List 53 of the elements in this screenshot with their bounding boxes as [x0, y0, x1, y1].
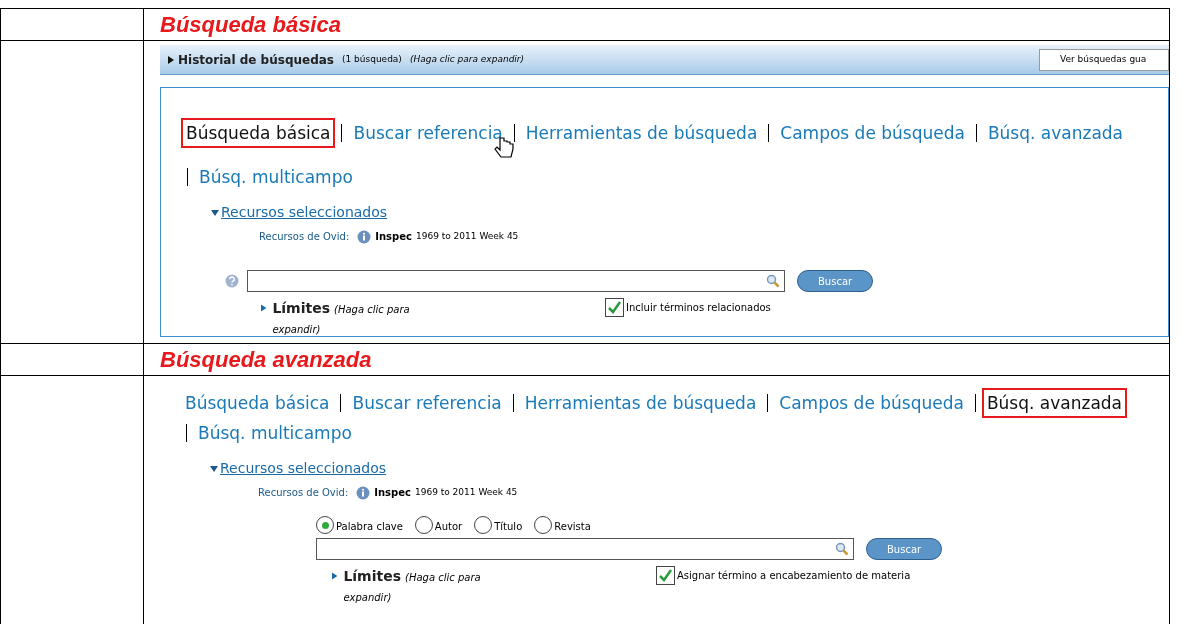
- expand-arrow-icon: [168, 55, 174, 64]
- search-button[interactable]: Buscar: [797, 270, 874, 292]
- search-tab[interactable]: Herramientas de búsqueda: [520, 118, 763, 148]
- search-tab[interactable]: Búsq. avanzada: [982, 118, 1129, 148]
- search-type-radio[interactable]: Título: [474, 516, 523, 534]
- saved-searches-button[interactable]: Ver búsquedas gua: [1039, 48, 1169, 71]
- section-heading: Búsqueda avanzada: [159, 346, 372, 374]
- search-tab[interactable]: Búsqueda básica: [180, 388, 335, 418]
- resource-range: 1969 to 2011 Week 45: [415, 229, 519, 243]
- search-tab[interactable]: Búsqueda básica: [181, 118, 336, 148]
- search-tab[interactable]: Herramientas de búsqueda: [519, 388, 762, 418]
- history-bar[interactable]: Historial de búsquedas (1 búsqueda) (Haga clic para expandir) Ver búsquedas gua: [160, 45, 1169, 75]
- checkbox-label: Incluir términos relacionados: [626, 301, 771, 315]
- history-hint: (Haga clic para expandir): [409, 52, 525, 66]
- expand-arrow-icon: [332, 572, 338, 580]
- search-tab[interactable]: Buscar referencia: [347, 388, 507, 418]
- history-label: Historial de búsquedas: [178, 51, 334, 69]
- search-type-radio[interactable]: Revista: [534, 516, 591, 534]
- search-field[interactable]: [316, 538, 854, 560]
- collapse-arrow-icon: [211, 209, 219, 216]
- resource-name: Inspec: [375, 230, 412, 244]
- search-type-radio[interactable]: Autor: [414, 516, 463, 534]
- search-tab[interactable]: Búsq. multicampo: [193, 418, 357, 448]
- collapse-arrow-icon: [210, 465, 218, 472]
- selected-resources-link[interactable]: Recursos seleccionados: [220, 458, 387, 479]
- expand-arrow-icon: [261, 304, 267, 312]
- search-tab[interactable]: Buscar referencia: [348, 118, 508, 148]
- resource-name: Inspec: [374, 486, 411, 500]
- checkbox[interactable]: [656, 566, 675, 585]
- checkbox-label: Asignar término a encabezamiento de materia: [677, 569, 911, 583]
- check-icon: [607, 300, 622, 315]
- limits-toggle[interactable]: Límites (Haga clic para expandir): [272, 298, 441, 340]
- search-tab[interactable]: Búsq. multicampo: [194, 162, 358, 192]
- search-icon: [766, 274, 780, 288]
- search-type-radio[interactable]: Palabra clave: [316, 516, 403, 534]
- help-icon: [225, 274, 239, 288]
- section-heading: Búsqueda básica: [159, 11, 341, 39]
- selected-resources-link[interactable]: Recursos seleccionados: [221, 202, 388, 223]
- resource-range: 1969 to 2011 Week 45: [414, 485, 518, 499]
- info-icon: [357, 229, 372, 244]
- resources-label: Recursos de Ovid:: [259, 230, 350, 244]
- checkbox[interactable]: [605, 298, 624, 317]
- search-button[interactable]: Buscar: [866, 538, 943, 560]
- search-tab[interactable]: Campos de búsqueda: [774, 388, 969, 418]
- limits-toggle[interactable]: Límites (Haga clic para expandir): [343, 566, 512, 608]
- search-icon: [835, 542, 849, 556]
- resources-label: Recursos de Ovid:: [258, 486, 349, 500]
- history-count: (1 búsqueda): [342, 52, 402, 66]
- search-field[interactable]: [247, 270, 785, 292]
- info-icon: [356, 485, 371, 500]
- search-tab[interactable]: Búsq. avanzada: [981, 388, 1128, 418]
- check-icon: [658, 568, 673, 583]
- search-tab[interactable]: Campos de búsqueda: [775, 118, 970, 148]
